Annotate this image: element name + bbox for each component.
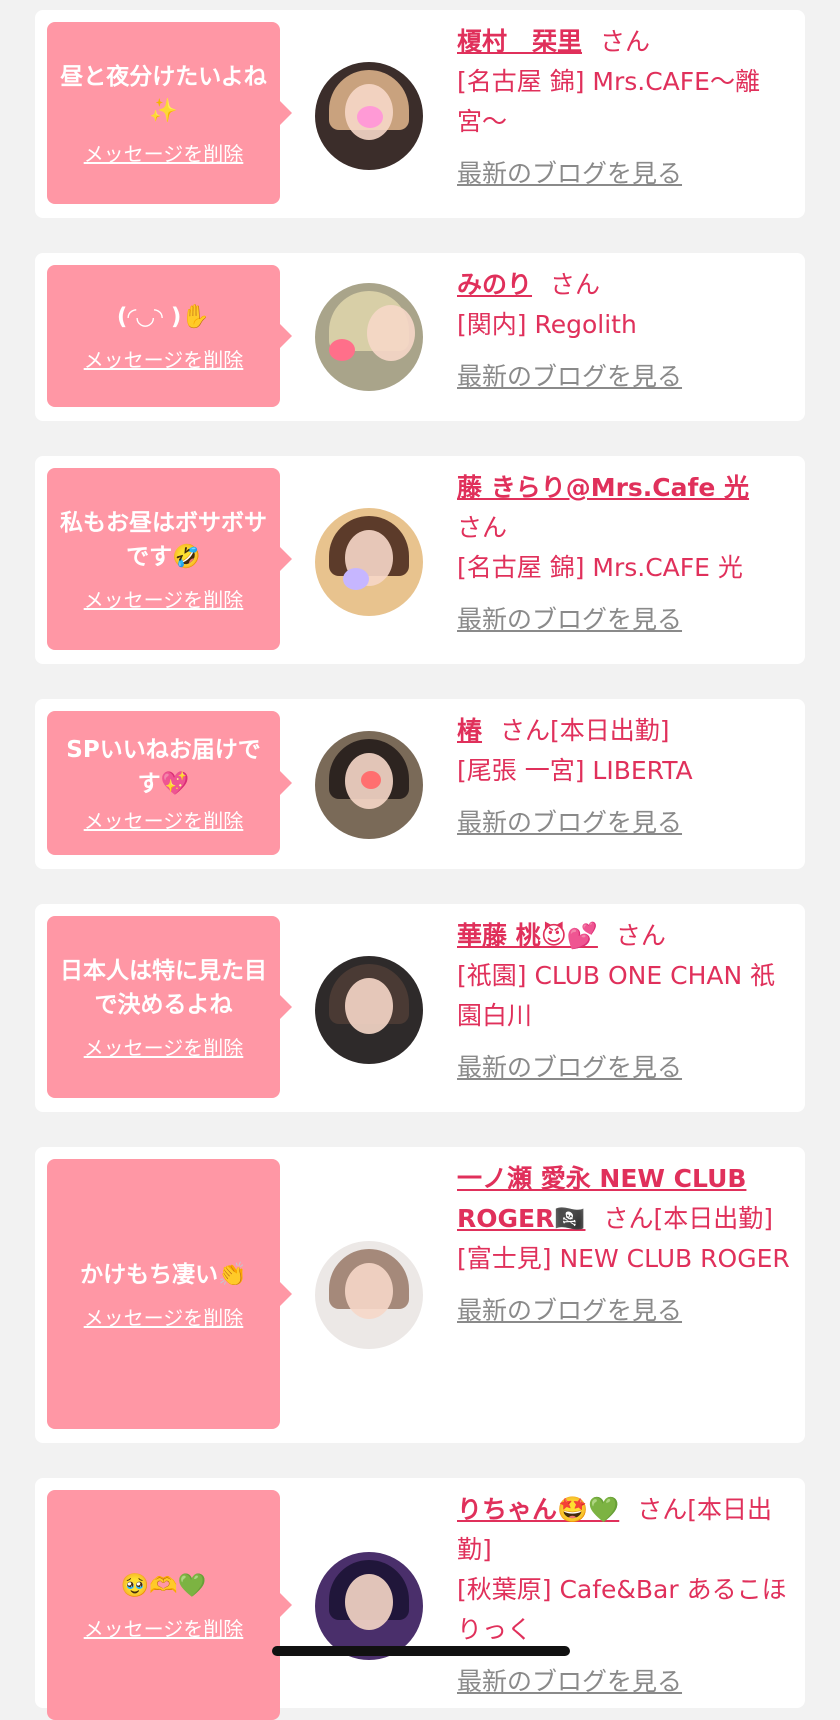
latest-blog-link[interactable]: 最新のブログを見る: [457, 600, 792, 640]
honorific: さん: [637, 1495, 688, 1524]
message-text: 日本人は特に見た目で決めるよね: [60, 957, 267, 1018]
profile-name-link[interactable]: りちゃん🤩💚: [457, 1495, 619, 1524]
latest-blog-link[interactable]: 最新のブログを見る: [457, 1291, 792, 1331]
delete-message-link[interactable]: メッセージを削除: [84, 1613, 244, 1642]
delete-message-link[interactable]: メッセージを削除: [84, 584, 244, 613]
avatar-sticker: [343, 568, 369, 590]
avatar[interactable]: [315, 1552, 423, 1660]
message-bubble: 私もお昼はボサボサです🤣 メッセージを削除: [47, 468, 292, 650]
honorific: さん: [600, 27, 651, 56]
avatar-face: [367, 305, 415, 361]
home-indicator[interactable]: [272, 1646, 570, 1656]
profile-info: 椿さん[本日出勤] [尾張 一宮] LIBERTA 最新のブログを見る: [457, 711, 792, 843]
avatar-sticker: [329, 339, 355, 361]
message-text: 🥹🫶💚: [120, 1572, 207, 1599]
message-card: 昼と夜分けたいよね✨ メッセージを削除 榎村 栞里 さん [名古屋 錦] Mrs.…: [35, 10, 805, 218]
message-text: 昼と夜分けたいよね✨: [60, 63, 267, 124]
avatar[interactable]: [315, 731, 423, 839]
latest-blog-link[interactable]: 最新のブログを見る: [457, 154, 792, 194]
latest-blog-link[interactable]: 最新のブログを見る: [457, 357, 792, 397]
delete-message-link[interactable]: メッセージを削除: [84, 1032, 244, 1061]
avatar-face: [345, 1263, 393, 1319]
honorific: さん: [500, 716, 551, 745]
message-text: SPいいねお届けです💖: [66, 736, 261, 797]
message-card: SPいいねお届けです💖 メッセージを削除 椿さん[本日出勤] [尾張 一宮] L…: [35, 699, 805, 869]
avatar-sticker: [361, 771, 381, 789]
shop-name: [祇園] CLUB ONE CHAN 祇園白川: [457, 961, 776, 1030]
message-card: かけもち凄い👏 メッセージを削除 一ノ瀬 愛永 NEW CLUB ROGER🏴‍…: [35, 1147, 805, 1443]
avatar-face: [345, 1574, 393, 1630]
shop-name: [関内] Regolith: [457, 310, 637, 339]
status-text: [本日出勤]: [550, 716, 670, 745]
profile-info: 榎村 栞里 さん [名古屋 錦] Mrs.CAFE〜離宮〜 最新のブログを見る: [457, 22, 792, 194]
avatar[interactable]: [315, 508, 423, 616]
profile-name-link[interactable]: みのり: [457, 270, 532, 299]
profile-info: りちゃん🤩💚 さん[本日出勤] [秋葉原] Cafe&Bar あるこほりっく 最新…: [457, 1490, 792, 1702]
message-bubble: 日本人は特に見た目で決めるよね メッセージを削除: [47, 916, 292, 1098]
message-card: 日本人は特に見た目で決めるよね メッセージを削除 華藤 桃😈💕 さん [祇園] C…: [35, 904, 805, 1112]
message-card: (◜◡◝ )✋ メッセージを削除 みのり さん [関内] Regolith 最新の…: [35, 253, 805, 421]
shop-name: [秋葉原] Cafe&Bar あるこほりっく: [457, 1575, 787, 1644]
shop-name: [名古屋 錦] Mrs.CAFE〜離宮〜: [457, 67, 760, 136]
honorific: さん: [615, 921, 666, 950]
profile-name-link[interactable]: 藤 きらり@Mrs.Cafe 光: [457, 473, 749, 502]
latest-blog-link[interactable]: 最新のブログを見る: [457, 1048, 792, 1088]
message-bubble: (◜◡◝ )✋ メッセージを削除: [47, 265, 292, 407]
message-text: (◜◡◝ )✋: [116, 303, 211, 330]
avatar-face: [345, 978, 393, 1034]
latest-blog-link[interactable]: 最新のブログを見る: [457, 803, 792, 843]
profile-info: みのり さん [関内] Regolith 最新のブログを見る: [457, 265, 792, 397]
avatar[interactable]: [315, 1241, 423, 1349]
profile-name-link[interactable]: 華藤 桃😈💕: [457, 921, 598, 950]
avatar[interactable]: [315, 283, 423, 391]
message-bubble: SPいいねお届けです💖 メッセージを削除: [47, 711, 292, 855]
shop-name: [名古屋 錦] Mrs.CAFE 光: [457, 553, 743, 582]
latest-blog-link[interactable]: 最新のブログを見る: [457, 1662, 792, 1702]
message-bubble: 昼と夜分けたいよね✨ メッセージを削除: [47, 22, 292, 204]
honorific: さん: [603, 1204, 654, 1233]
honorific: さん: [550, 270, 601, 299]
avatar-sticker: [357, 106, 383, 128]
status-text: [本日出勤]: [653, 1204, 774, 1233]
shop-name: [尾張 一宮] LIBERTA: [457, 756, 693, 785]
message-text: かけもち凄い👏: [80, 1261, 247, 1288]
profile-info: 藤 きらり@Mrs.Cafe 光さん [名古屋 錦] Mrs.CAFE 光 最新…: [457, 468, 792, 640]
profile-name-link[interactable]: 榎村 栞里: [457, 27, 582, 56]
shop-name: [富士見] NEW CLUB ROGER: [457, 1244, 790, 1273]
delete-message-link[interactable]: メッセージを削除: [84, 138, 244, 167]
message-card: 🥹🫶💚 メッセージを削除 りちゃん🤩💚 さん[本日出勤] [秋葉原] Cafe&B…: [35, 1478, 805, 1720]
profile-info: 華藤 桃😈💕 さん [祇園] CLUB ONE CHAN 祇園白川 最新のブログを…: [457, 916, 792, 1088]
profile-info: 一ノ瀬 愛永 NEW CLUB ROGER🏴‍☠️ さん[本日出勤] [富士見] …: [457, 1159, 792, 1331]
avatar[interactable]: [315, 956, 423, 1064]
avatar[interactable]: [315, 62, 423, 170]
delete-message-link[interactable]: メッセージを削除: [84, 344, 244, 373]
delete-message-link[interactable]: メッセージを削除: [84, 805, 244, 834]
message-text: 私もお昼はボサボサです🤣: [60, 509, 267, 570]
delete-message-link[interactable]: メッセージを削除: [84, 1302, 244, 1331]
message-bubble: かけもち凄い👏 メッセージを削除: [47, 1159, 292, 1429]
message-card: 私もお昼はボサボサです🤣 メッセージを削除 藤 きらり@Mrs.Cafe 光さん…: [35, 456, 805, 664]
message-bubble: 🥹🫶💚 メッセージを削除: [47, 1490, 292, 1720]
profile-name-link[interactable]: 椿: [457, 716, 482, 745]
honorific: さん: [457, 513, 508, 542]
